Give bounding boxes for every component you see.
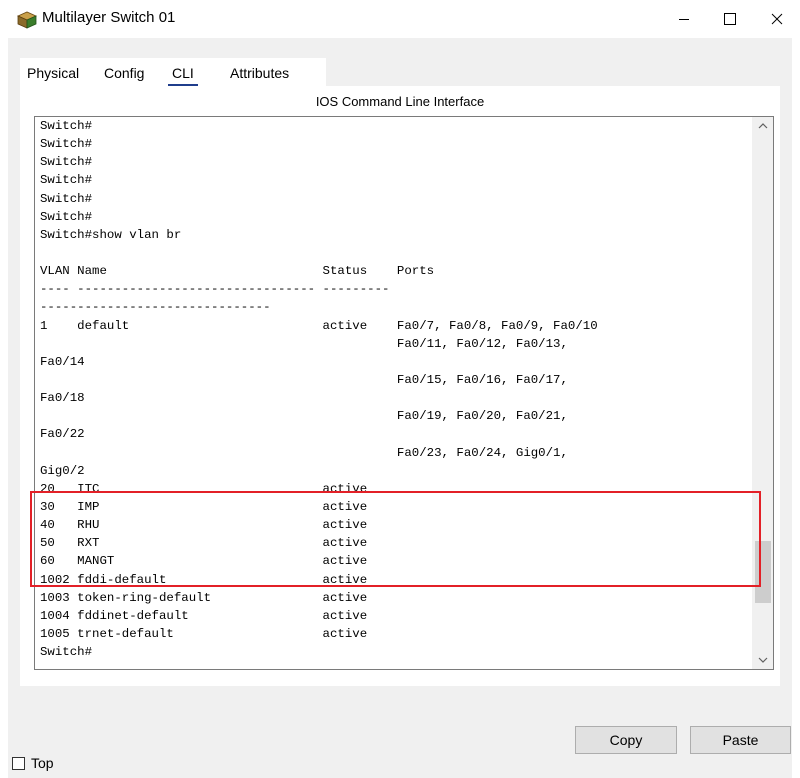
terminal-line: Switch#: [40, 191, 93, 206]
maximize-icon: [724, 13, 736, 25]
terminal-line: 1003 token-ring-default active: [40, 590, 368, 605]
terminal-line: Switch#: [40, 119, 93, 133]
chevron-down-icon: [758, 657, 768, 663]
terminal-line: Fa0/14: [40, 354, 85, 369]
close-button[interactable]: [754, 0, 800, 38]
cli-header: IOS Command Line Interface: [315, 94, 485, 109]
tab-cli[interactable]: CLI: [168, 63, 198, 87]
terminal-line: Fa0/19, Fa0/20, Fa0/21,: [40, 409, 568, 424]
maximize-button[interactable]: [707, 0, 753, 38]
terminal-line: 50 RXT active: [40, 536, 368, 551]
top-checkbox-label: Top: [31, 755, 54, 771]
tab-attributes[interactable]: Attributes: [230, 63, 289, 83]
chevron-up-icon: [758, 123, 768, 129]
paste-button[interactable]: Paste: [690, 726, 791, 754]
terminal-line: Switch#: [40, 645, 93, 660]
scroll-down-button[interactable]: [753, 651, 773, 669]
scroll-up-button[interactable]: [753, 117, 773, 135]
terminal-line: 40 RHU active: [40, 518, 368, 533]
tab-strip: Physical Config CLI Attributes: [20, 58, 326, 87]
terminal-line: 30 IMP active: [40, 499, 368, 514]
title-bar: Multilayer Switch 01: [0, 0, 800, 38]
window-title: Multilayer Switch 01: [42, 9, 176, 26]
terminal-line: Switch#show vlan br: [40, 227, 182, 242]
minimize-button[interactable]: [661, 0, 707, 38]
terminal-line: Fa0/15, Fa0/16, Fa0/17,: [40, 372, 568, 387]
terminal-line: 1002 fddi-default active: [40, 572, 368, 587]
terminal-output[interactable]: Switch# Switch# Switch# Switch# Switch# Switc…: [34, 116, 774, 670]
cli-panel: IOS Command Line Interface Switch# Switch…: [20, 86, 780, 686]
copy-button[interactable]: Copy: [575, 726, 677, 754]
terminal-line: VLAN Name Status Ports: [40, 264, 435, 279]
minimize-icon: [679, 19, 689, 20]
terminal-line: Gig0/2: [40, 463, 85, 478]
terminal-line: Fa0/18: [40, 391, 85, 406]
terminal-line: -------------------------------: [40, 300, 271, 315]
switch-app-icon: [17, 11, 37, 29]
terminal-line: Switch#: [40, 155, 93, 170]
terminal-line: 20 ITC active: [40, 481, 368, 496]
terminal-line: 1005 trnet-default active: [40, 626, 368, 641]
terminal-line: 60 MANGT active: [40, 554, 368, 569]
terminal-text: Switch# Switch# Switch# Switch# Switch# Switc…: [40, 117, 760, 661]
terminal-line: Switch#: [40, 137, 93, 152]
tab-config[interactable]: Config: [104, 63, 144, 83]
terminal-line: Switch#: [40, 209, 93, 224]
top-checkbox[interactable]: [12, 757, 25, 770]
scrollbar-thumb[interactable]: [755, 541, 771, 603]
window-client-area: Physical Config CLI Attributes IOS Comma…: [8, 38, 792, 778]
terminal-line: Fa0/22: [40, 427, 85, 442]
vertical-scrollbar[interactable]: [752, 117, 773, 669]
terminal-line: Fa0/23, Fa0/24, Gig0/1,: [40, 445, 568, 460]
terminal-line: Switch#: [40, 173, 93, 188]
terminal-line: Fa0/11, Fa0/12, Fa0/13,: [40, 336, 568, 351]
terminal-line: 1 default active Fa0/7, Fa0/8, Fa0/9, Fa…: [40, 318, 598, 333]
terminal-line: ---- -------------------------------- --…: [40, 282, 390, 297]
close-icon: [771, 13, 783, 25]
tab-physical[interactable]: Physical: [27, 63, 79, 83]
terminal-line: 1004 fddinet-default active: [40, 608, 368, 623]
